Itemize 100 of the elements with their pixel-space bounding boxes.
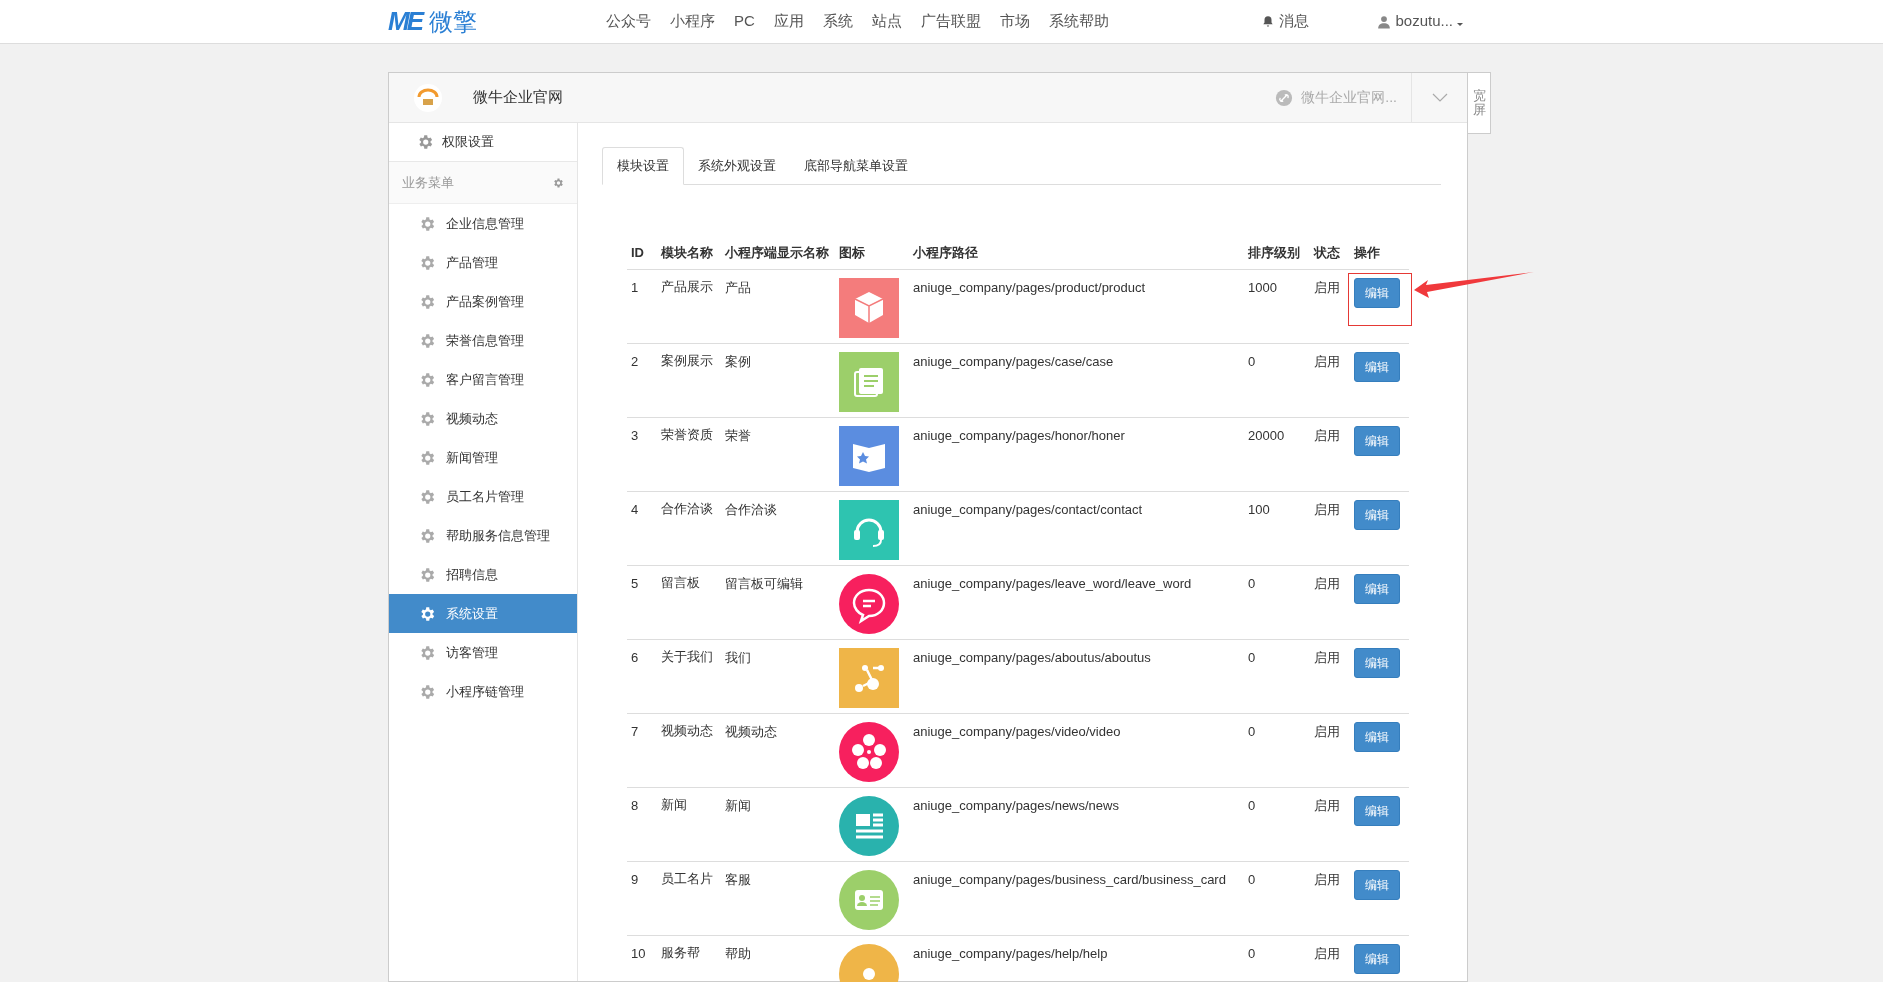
wide-screen-toggle[interactable]: 宽屏 [1468, 72, 1491, 134]
table-cell: 合作洽谈 [661, 500, 713, 516]
edit-button[interactable]: 编辑 [1354, 943, 1400, 974]
column-header: 状态 [1314, 245, 1340, 260]
table-cell: 0 [1248, 945, 1256, 961]
table-cell: 1000 [1248, 279, 1277, 295]
site-title: 微牛企业官网 [473, 87, 563, 108]
table-cell: 0 [1248, 871, 1256, 887]
table-cell: 8 [631, 797, 639, 813]
logo-mark[interactable]: ME [388, 2, 421, 41]
sidebar-item[interactable]: 员工名片管理 [389, 477, 577, 516]
sidebar-item[interactable]: 系统设置 [389, 594, 577, 633]
edit-button[interactable]: 编辑 [1354, 721, 1400, 752]
logo-text: 微擎 [429, 6, 477, 37]
table-cell: 4 [631, 501, 639, 517]
nav-link[interactable]: PC [734, 10, 755, 33]
sidebar-item[interactable]: 访客管理 [389, 633, 577, 672]
column-header: 模块名称 [661, 245, 713, 260]
table-cell: aniuge_company/pages/product/product [913, 279, 1145, 295]
table-cell: 3 [631, 427, 639, 443]
table-cell: 启用 [1314, 575, 1340, 591]
table-cell: aniuge_company/pages/case/case [913, 353, 1114, 369]
column-header: 排序级别 [1248, 245, 1300, 260]
nav-link[interactable]: 应用 [773, 10, 804, 33]
table-cell: aniuge_company/pages/leave_word/leave_word [913, 575, 1192, 591]
table-cell: 新闻 [661, 796, 687, 812]
table-cell: 新闻 [725, 797, 751, 813]
table-cell: 员工名片 [661, 870, 713, 886]
table-cell: 启用 [1314, 723, 1340, 739]
table-cell: aniuge_company/pages/business_card/business_card [913, 871, 1226, 887]
sidebar-item[interactable]: 帮助服务信息管理 [389, 516, 577, 555]
sidebar-item[interactable]: 小程序链管理 [389, 672, 577, 711]
table-cell: 荣誉资质 [661, 426, 713, 442]
table-cell: 案例展示 [661, 352, 713, 368]
table-cell: 案例 [725, 353, 751, 369]
gear-icon [552, 176, 564, 189]
table-cell: 帮助 [725, 945, 751, 961]
edit-button[interactable]: 编辑 [1354, 869, 1400, 900]
table-cell: 留言板 [661, 574, 700, 590]
nav-link[interactable]: 小程序 [670, 10, 715, 33]
sidebar-item[interactable]: 企业信息管理 [389, 204, 577, 243]
edit-button[interactable]: 编辑 [1354, 573, 1400, 604]
sidebar-item[interactable]: 视频动态 [389, 399, 577, 438]
edit-button[interactable]: 编辑 [1354, 425, 1400, 456]
module-icon [839, 869, 899, 930]
messages-link[interactable]: 消息 [1261, 10, 1310, 33]
module-icon [839, 425, 899, 486]
table-cell: 0 [1248, 723, 1256, 739]
chevron-down-icon [1431, 92, 1448, 103]
table-cell: aniuge_company/pages/help/help [913, 945, 1108, 961]
sidebar-item[interactable]: 荣誉信息管理 [389, 321, 577, 360]
edit-button[interactable]: 编辑 [1354, 795, 1400, 826]
nav-link[interactable]: 系统 [822, 10, 853, 33]
user-menu[interactable]: bozutu... [1377, 10, 1463, 33]
sidebar-item[interactable]: 新闻管理 [389, 438, 577, 477]
table-cell: aniuge_company/pages/contact/contact [913, 501, 1143, 517]
edit-button[interactable]: 编辑 [1354, 499, 1400, 530]
table-cell: 启用 [1314, 501, 1340, 517]
sidebar-item[interactable]: 产品案例管理 [389, 282, 577, 321]
tab[interactable]: 模块设置 [602, 147, 684, 185]
table-cell: 1 [631, 279, 639, 295]
nav-link[interactable]: 公众号 [606, 10, 651, 33]
table-cell: 2 [631, 353, 639, 369]
table-cell: 启用 [1314, 945, 1340, 961]
table-cell: 7 [631, 723, 639, 739]
module-icon [839, 351, 899, 412]
edit-button[interactable]: 编辑 [1354, 277, 1400, 308]
nav-link[interactable]: 广告联盟 [920, 10, 981, 33]
sidebar-item[interactable]: 客户留言管理 [389, 360, 577, 399]
user-icon [1377, 14, 1392, 29]
edit-button[interactable]: 编辑 [1354, 351, 1400, 382]
sidebar-item[interactable]: 产品管理 [389, 243, 577, 282]
table-cell: aniuge_company/pages/aboutus/aboutus [913, 649, 1151, 665]
table-cell: 100 [1248, 501, 1270, 517]
table-cell: 服务帮 [661, 944, 700, 960]
table-cell: 产品展示 [661, 278, 713, 294]
table-cell: 5 [631, 575, 639, 591]
edit-button[interactable]: 编辑 [1354, 647, 1400, 678]
nav-link[interactable]: 系统帮助 [1048, 10, 1109, 33]
table-cell: 启用 [1314, 871, 1340, 887]
site-logo-icon [413, 82, 443, 113]
tab[interactable]: 底部导航菜单设置 [790, 147, 922, 185]
caret-icon [1457, 23, 1463, 26]
table-cell: 0 [1248, 649, 1256, 665]
sidebar-item[interactable]: 招聘信息 [389, 555, 577, 594]
module-icon [839, 573, 899, 634]
table-cell: 启用 [1314, 797, 1340, 813]
table-cell: 20000 [1248, 427, 1285, 443]
table-cell: 0 [1248, 353, 1256, 369]
link-icon [1275, 88, 1294, 107]
nav-link[interactable]: 站点 [871, 10, 902, 33]
table-cell: aniuge_company/pages/video/video [913, 723, 1121, 739]
table-cell: 关于我们 [661, 648, 713, 664]
table-cell: 合作洽谈 [725, 501, 777, 517]
table-cell: 视频动态 [725, 723, 777, 739]
module-icon [839, 499, 899, 560]
tab[interactable]: 系统外观设置 [684, 147, 790, 185]
table-cell: 启用 [1314, 427, 1340, 443]
table-cell: 留言板可编辑 [725, 575, 803, 591]
nav-link[interactable]: 市场 [999, 10, 1030, 33]
